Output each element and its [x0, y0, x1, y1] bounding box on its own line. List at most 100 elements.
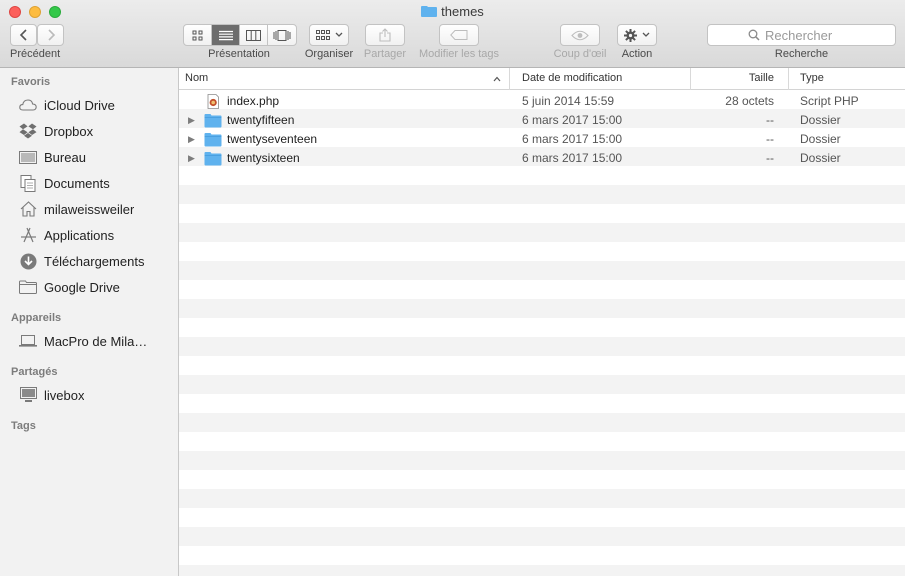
file-size: --	[766, 113, 774, 127]
search-icon	[748, 29, 760, 41]
file-list: Nom Date de modification Taille Type ind…	[179, 68, 905, 576]
file-name: twentysixteen	[227, 151, 300, 165]
columns-icon	[246, 29, 261, 41]
share-icon	[379, 28, 391, 42]
file-date: 6 mars 2017 15:00	[522, 151, 623, 165]
table-row[interactable]: ▶ twentysixteen 6 mars 2017 15:00 -- Dos…	[179, 149, 905, 168]
view-label: Présentation	[208, 48, 270, 60]
search-input[interactable]	[765, 27, 855, 43]
sidebar-item-home[interactable]: milaweissweiler	[0, 197, 178, 221]
file-name: twentyfifteen	[227, 113, 295, 127]
sidebar-item-macpro[interactable]: MacPro de Mila…	[0, 329, 178, 353]
back-label: Précédent	[10, 48, 61, 60]
column-view-button[interactable]	[240, 25, 268, 45]
window-title-text: themes	[441, 4, 484, 19]
column-header-date[interactable]: Date de modification	[510, 68, 691, 90]
sidebar-item-downloads[interactable]: Téléchargements	[0, 249, 178, 273]
column-header-size-label: Taille	[748, 72, 774, 84]
file-size: 28 octets	[725, 94, 774, 108]
folder-icon	[18, 278, 38, 296]
file-size: --	[766, 132, 774, 146]
share-label: Partager	[363, 48, 407, 60]
table-row[interactable]: ▶ twentyseventeen 6 mars 2017 15:00 -- D…	[179, 130, 905, 149]
list-icon	[218, 30, 233, 40]
sidebar-heading-devices: Appareils	[11, 312, 62, 324]
list-view-button[interactable]	[212, 25, 240, 45]
file-name: index.php	[227, 94, 280, 108]
eye-icon	[571, 30, 589, 40]
cover-flow-button[interactable]	[268, 25, 296, 45]
window-title: themes	[0, 4, 905, 20]
sidebar-heading-favorites: Favoris	[11, 76, 51, 88]
action-button[interactable]	[617, 24, 657, 46]
share-button[interactable]	[365, 24, 405, 46]
laptop-icon	[18, 332, 38, 350]
file-name: twentyseventeen	[227, 132, 318, 146]
toolbar: themes Précédent Présentation Organiser …	[0, 0, 905, 68]
table-row[interactable]: index.php 5 juin 2014 15:59 28 octets Sc…	[179, 92, 905, 111]
php-file-icon	[207, 94, 219, 109]
arrange-button[interactable]	[309, 24, 349, 46]
sidebar-item-applications[interactable]: Applications	[0, 223, 178, 247]
sidebar-item-google-drive[interactable]: Google Drive	[0, 275, 178, 299]
back-button[interactable]	[10, 24, 37, 46]
sidebar-item-bureau[interactable]: Bureau	[0, 145, 178, 169]
file-date: 6 mars 2017 15:00	[522, 132, 623, 146]
sidebar-item-label: Dropbox	[44, 123, 94, 139]
sidebar-item-label: Documents	[44, 175, 110, 191]
chevron-down-icon	[335, 32, 342, 37]
folder-icon	[204, 114, 222, 128]
sidebar-item-dropbox[interactable]: Dropbox	[0, 119, 178, 143]
grid-icon	[192, 30, 203, 40]
applications-icon	[18, 226, 38, 244]
sidebar-item-icloud-drive[interactable]: iCloud Drive	[0, 93, 178, 117]
quick-look-label: Coup d'œil	[553, 48, 607, 60]
disclosure-triangle-icon[interactable]: ▶	[188, 149, 195, 168]
sidebar-heading-shared: Partagés	[11, 366, 58, 378]
quick-look-button[interactable]	[560, 24, 600, 46]
sidebar-item-label: Bureau	[44, 149, 86, 165]
sidebar-item-label: Google Drive	[44, 279, 120, 295]
file-date: 5 juin 2014 15:59	[522, 94, 615, 108]
dropbox-icon	[18, 122, 38, 140]
icon-view-button[interactable]	[184, 25, 212, 45]
file-type: Dossier	[800, 132, 841, 146]
home-icon	[18, 200, 38, 218]
disclosure-triangle-icon[interactable]: ▶	[188, 111, 195, 130]
column-header-date-label: Date de modification	[522, 72, 623, 84]
tag-icon	[450, 30, 468, 40]
file-type: Script PHP	[800, 94, 859, 108]
downloads-icon	[18, 252, 38, 270]
column-header-type[interactable]: Type	[789, 68, 905, 90]
sidebar-heading-tags: Tags	[11, 420, 36, 432]
sidebar-item-label: iCloud Drive	[44, 97, 115, 113]
edit-tags-button[interactable]	[439, 24, 479, 46]
action-label: Action	[621, 48, 653, 60]
search-label: Recherche	[774, 48, 829, 60]
column-header: Nom Date de modification Taille Type	[179, 68, 905, 90]
table-row[interactable]: ▶ twentyfifteen 6 mars 2017 15:00 -- Dos…	[179, 111, 905, 130]
sidebar-item-label: Applications	[44, 227, 115, 243]
column-header-size[interactable]: Taille	[691, 68, 789, 90]
view-mode-control[interactable]	[183, 24, 297, 46]
column-header-type-label: Type	[800, 72, 824, 84]
file-size: --	[766, 151, 774, 165]
cloud-icon	[18, 96, 38, 114]
file-date: 6 mars 2017 15:00	[522, 113, 623, 127]
sidebar-item-label: Téléchargements	[44, 253, 145, 269]
sidebar-item-livebox[interactable]: livebox	[0, 383, 178, 407]
sidebar-item-label: milaweissweiler	[44, 201, 135, 217]
search-field[interactable]	[707, 24, 896, 46]
sidebar-item-documents[interactable]: Documents	[0, 171, 178, 195]
sort-ascending-icon	[493, 76, 501, 82]
chevron-left-icon	[19, 29, 27, 41]
sidebar-item-label: livebox	[44, 387, 85, 403]
forward-button[interactable]	[37, 24, 64, 46]
file-type: Dossier	[800, 151, 841, 165]
disclosure-triangle-icon[interactable]: ▶	[188, 130, 195, 149]
cover-flow-icon	[273, 29, 291, 41]
chevron-right-icon	[47, 29, 55, 41]
folder-icon	[204, 152, 222, 166]
column-header-name[interactable]: Nom	[179, 68, 510, 90]
file-type: Dossier	[800, 113, 841, 127]
